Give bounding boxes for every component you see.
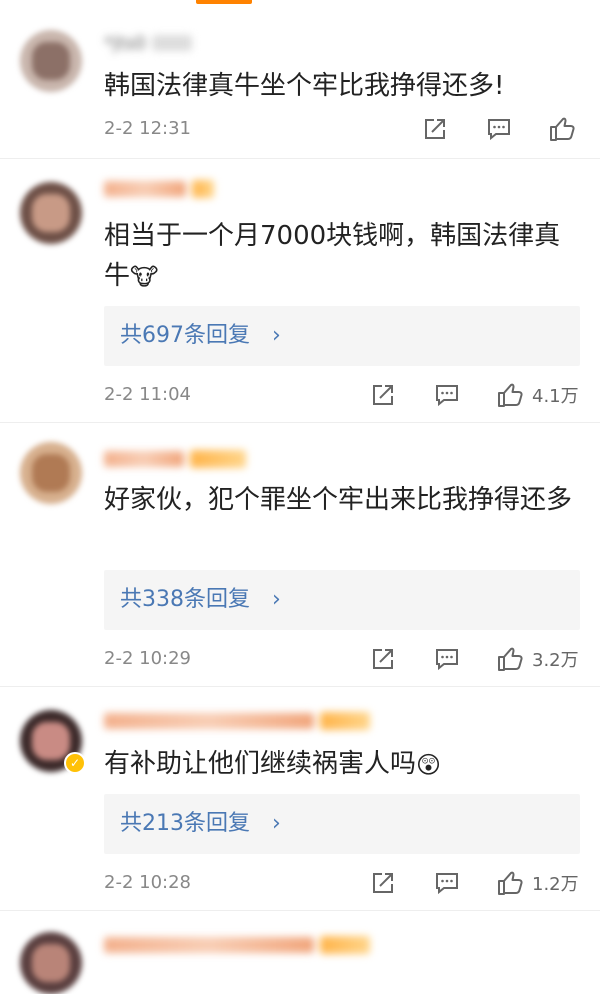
comment-button[interactable] [434, 868, 460, 898]
comment-meta: 2-2 10:29 3.2万 [104, 644, 580, 674]
comment-item: 好家伙，犯个罪坐个牢出来比我挣得还多 共338条回复 › 2-2 10:29 3… [0, 422, 600, 687]
comment-icon [436, 873, 458, 895]
avatar[interactable] [20, 30, 82, 92]
chevron-right-icon: › [272, 587, 281, 612]
username[interactable]: *jts0 [104, 32, 192, 54]
comment-item: *jts0 韩国法律真牛坐个牢比我挣得还多! 2-2 12:31 [0, 8, 600, 159]
view-replies-button[interactable]: 共697条回复 › [104, 306, 580, 366]
level-badge [320, 936, 370, 954]
like-icon [498, 871, 523, 895]
chevron-right-icon: › [272, 811, 281, 836]
comment-button[interactable] [434, 380, 460, 410]
comment-item [0, 910, 600, 994]
comment-button[interactable] [434, 644, 460, 674]
replies-count: 共697条回复 [120, 323, 250, 348]
cow-icon: 🐮 [130, 262, 159, 291]
tab-bar [0, 0, 600, 6]
avatar[interactable] [20, 182, 82, 244]
comment-icon [436, 385, 458, 407]
share-button[interactable] [370, 644, 396, 674]
verified-badge-icon: ✓ [64, 752, 86, 774]
share-icon [425, 119, 445, 139]
comment-text: 好家伙，犯个罪坐个牢出来比我挣得还多 [104, 485, 573, 515]
share-icon [373, 873, 393, 893]
level-badge [192, 180, 214, 198]
share-icon [373, 649, 393, 669]
share-icon [373, 385, 393, 405]
avatar[interactable] [20, 932, 82, 994]
like-button[interactable]: 4.1万 [496, 380, 579, 410]
like-count: 3.2万 [532, 650, 579, 671]
like-count: 1.2万 [532, 874, 579, 895]
comment-item: ✓ 有补助让他们继续祸害人吗😲 共213条回复 › 2-2 10:28 1.2万 [0, 686, 600, 911]
replies-count: 共213条回复 [120, 811, 250, 836]
username[interactable] [104, 934, 370, 956]
replies-count: 共338条回复 [120, 587, 250, 612]
comment-time: 2-2 12:31 [104, 118, 191, 139]
level-badge [320, 712, 370, 730]
like-icon [550, 117, 575, 141]
view-replies-button[interactable]: 共338条回复 › [104, 570, 580, 630]
comment-text: 韩国法律真牛坐个牢比我挣得还多! [104, 71, 505, 101]
avatar[interactable] [20, 442, 82, 504]
level-badge [190, 450, 246, 468]
comment-button[interactable] [486, 114, 512, 144]
share-button[interactable] [370, 380, 396, 410]
like-button[interactable] [548, 114, 584, 144]
comment-icon [436, 649, 458, 671]
share-button[interactable] [422, 114, 448, 144]
comment-time: 2-2 10:28 [104, 872, 191, 893]
comment-meta: 2-2 10:28 1.2万 [104, 868, 580, 898]
username[interactable] [104, 178, 214, 200]
username[interactable] [104, 448, 246, 470]
comment-time: 2-2 10:29 [104, 648, 191, 669]
comment-item: 相当于一个月7000块钱啊，韩国法律真牛🐮 共697条回复 › 2-2 11:0… [0, 158, 600, 423]
comment-icon [488, 119, 510, 141]
comment-meta: 2-2 11:04 4.1万 [104, 380, 580, 410]
like-icon [498, 383, 523, 407]
like-button[interactable]: 3.2万 [496, 644, 579, 674]
like-button[interactable]: 1.2万 [496, 868, 579, 898]
comment-text: 有补助让他们继续祸害人吗😲 [104, 744, 580, 785]
share-button[interactable] [370, 868, 396, 898]
comment-text: 相当于一个月7000块钱啊，韩国法律真牛🐮 [104, 216, 580, 297]
like-count: 4.1万 [532, 386, 579, 407]
chevron-right-icon: › [272, 323, 281, 348]
username[interactable] [104, 710, 370, 732]
surprised-emoji-icon: 😲 [416, 750, 442, 779]
active-tab-indicator [196, 0, 252, 4]
like-icon [498, 647, 523, 671]
comment-time: 2-2 11:04 [104, 384, 191, 405]
view-replies-button[interactable]: 共213条回复 › [104, 794, 580, 854]
comment-meta: 2-2 12:31 [104, 114, 580, 144]
